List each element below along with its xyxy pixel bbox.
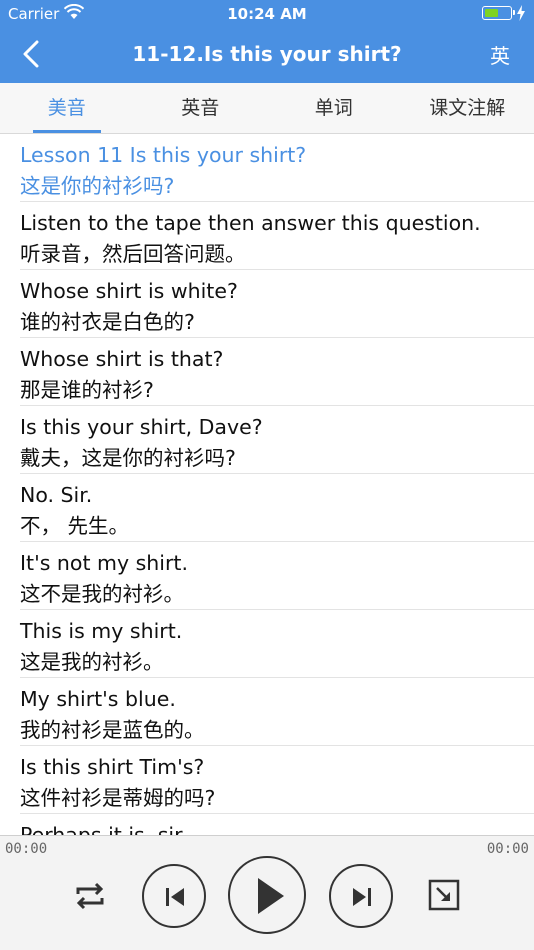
sentence-chinese: 听录音，然后回答问题。 xyxy=(20,242,246,266)
sentence-chinese: 我的衬衫是蓝色的。 xyxy=(20,718,205,742)
sentence-chinese: 这是你的衬衫吗? xyxy=(20,174,175,198)
shrink-icon[interactable] xyxy=(428,879,460,911)
sentence-english: It's not my shirt. xyxy=(20,551,188,575)
sentence-chinese: 那是谁的衬衫? xyxy=(20,378,154,402)
sentence-chinese: 不， 先生。 xyxy=(20,514,130,538)
skip-previous-icon xyxy=(166,888,184,906)
tab-vocabulary[interactable]: 单词 xyxy=(267,83,401,133)
sentence-english: No. Sir. xyxy=(20,483,93,507)
language-toggle-button[interactable]: 英 xyxy=(490,40,510,69)
status-bar: Carrier 10:24 AM xyxy=(0,0,534,28)
battery-icon xyxy=(482,6,515,20)
sentence-list[interactable]: Lesson 11 Is this your shirt? 这是你的衬衫吗? Li… xyxy=(0,134,534,835)
sentence-english: This is my shirt. xyxy=(20,619,183,643)
sentence-item[interactable]: Lesson 11 Is this your shirt? 这是你的衬衫吗? xyxy=(0,134,534,202)
sentence-item[interactable]: Is this shirt Tim's? 这件衬衫是蒂姆的吗? xyxy=(0,746,534,814)
active-tab-indicator xyxy=(33,130,101,133)
sentence-english: Lesson 11 Is this your shirt? xyxy=(20,143,307,167)
sentence-item[interactable]: This is my shirt. 这是我的衬衫。 xyxy=(0,610,534,678)
sentence-chinese: 这件衬衫是蒂姆的吗? xyxy=(20,786,216,810)
sentence-english: Is this shirt Tim's? xyxy=(20,755,205,779)
sentence-chinese: 这是我的衬衫。 xyxy=(20,650,164,674)
sentence-english: Perhaps it is, sir. xyxy=(20,823,188,835)
sentence-item[interactable]: Is this your shirt, Dave? 戴夫，这是你的衬衫吗? xyxy=(0,406,534,474)
sentence-english: Is this your shirt, Dave? xyxy=(20,415,263,439)
battery-level xyxy=(485,9,498,17)
sentence-english: My shirt's blue. xyxy=(20,687,176,711)
chevron-left-icon[interactable] xyxy=(20,40,44,68)
audio-player: 00:00 00:00 xyxy=(0,835,534,950)
sentence-english: Listen to the tape then answer this ques… xyxy=(20,211,481,235)
play-button[interactable] xyxy=(228,856,306,934)
tab-notes[interactable]: 课文注解 xyxy=(401,83,534,133)
sentence-chinese: 这不是我的衬衫。 xyxy=(20,582,184,606)
play-icon xyxy=(258,878,284,914)
sentence-item[interactable]: Whose shirt is white? 谁的衬衣是白色的? xyxy=(0,270,534,338)
next-button[interactable] xyxy=(329,864,393,928)
status-time: 10:24 AM xyxy=(227,5,307,23)
tab-american[interactable]: 美音 xyxy=(0,83,134,133)
sentence-chinese: 谁的衬衣是白色的? xyxy=(20,310,195,334)
sentence-item[interactable]: No. Sir. 不， 先生。 xyxy=(0,474,534,542)
page-title: 11-12.Is this your shirt? xyxy=(132,42,402,66)
skip-next-icon xyxy=(353,888,371,906)
sentence-item[interactable]: My shirt's blue. 我的衬衫是蓝色的。 xyxy=(0,678,534,746)
current-time: 00:00 xyxy=(5,841,48,857)
previous-button[interactable] xyxy=(142,864,206,928)
sentence-item[interactable]: It's not my shirt. 这不是我的衬衫。 xyxy=(0,542,534,610)
sentence-item[interactable]: Whose shirt is that? 那是谁的衬衫? xyxy=(0,338,534,406)
charging-bolt-icon xyxy=(517,5,525,21)
nav-bar: 11-12.Is this your shirt? 英 xyxy=(0,28,534,83)
sentence-item[interactable]: Perhaps it is, sir. xyxy=(0,814,534,835)
app-header: Carrier 10:24 AM 11-12.Is this your shir… xyxy=(0,0,534,83)
sentence-item[interactable]: Listen to the tape then answer this ques… xyxy=(0,202,534,270)
sentence-chinese: 戴夫，这是你的衬衫吗? xyxy=(20,446,236,470)
tab-british[interactable]: 英音 xyxy=(134,83,268,133)
sentence-english: Whose shirt is white? xyxy=(20,279,238,303)
tab-bar: 美音 英音 单词 课文注解 xyxy=(0,83,534,134)
repeat-icon[interactable] xyxy=(72,878,108,914)
sentence-english: Whose shirt is that? xyxy=(20,347,224,371)
total-time: 00:00 xyxy=(486,841,529,857)
